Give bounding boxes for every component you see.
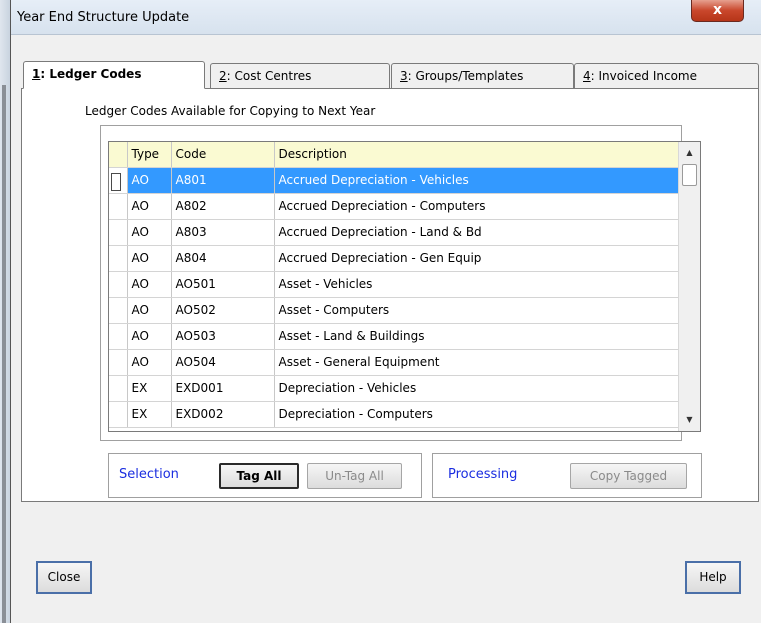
- dialog-window: Year End Structure Update x 1: Ledger Co…: [10, 0, 761, 623]
- cell-code: EXD001: [171, 375, 275, 402]
- cell-code: A802: [171, 193, 275, 220]
- cell-code: AO503: [171, 323, 275, 350]
- tab-label: : Cost Centres: [226, 69, 312, 83]
- row-indicator[interactable]: [109, 401, 128, 428]
- panel-heading: Ledger Codes Available for Copying to Ne…: [85, 104, 376, 118]
- row-indicator[interactable]: [109, 193, 128, 220]
- scroll-up-icon[interactable]: ▲: [679, 144, 700, 162]
- selection-label: Selection: [119, 467, 179, 482]
- cell-description: Depreciation - Computers: [274, 401, 679, 428]
- cell-type: AO: [127, 245, 172, 272]
- tab-cost-centres[interactable]: 2: Cost Centres: [210, 63, 390, 88]
- cell-type: AO: [127, 349, 172, 376]
- cell-description: Asset - Land & Buildings: [274, 323, 679, 350]
- cell-code: AO501: [171, 271, 275, 298]
- cell-description: Accrued Depreciation - Vehicles: [274, 167, 679, 194]
- tab-key: 3: [400, 69, 408, 83]
- column-header-code[interactable]: Code: [171, 142, 275, 168]
- tab-groups-templates[interactable]: 3: Groups/Templates: [391, 63, 574, 88]
- cell-type: AO: [127, 323, 172, 350]
- column-header-description[interactable]: Description: [274, 142, 679, 168]
- cell-code: EXD002: [171, 401, 275, 428]
- row-indicator[interactable]: [109, 323, 128, 350]
- cell-description: Accrued Depreciation - Gen Equip: [274, 245, 679, 272]
- scroll-thumb[interactable]: [682, 164, 697, 186]
- window-title: Year End Structure Update: [17, 10, 190, 25]
- cell-code: A803: [171, 219, 275, 246]
- row-indicator[interactable]: [109, 349, 128, 376]
- tab-ledger-codes[interactable]: 1: Ledger Codes: [23, 61, 205, 89]
- table-row[interactable]: AO AO504 Asset - General Equipment: [109, 349, 679, 376]
- cell-type: AO: [127, 271, 172, 298]
- row-indicator[interactable]: [109, 245, 128, 272]
- ledger-codes-grid[interactable]: Type Code Description AO A801 Accrued De…: [108, 141, 701, 432]
- tag-all-button[interactable]: Tag All: [219, 463, 299, 489]
- table-row[interactable]: AO A801 Accrued Depreciation - Vehicles: [109, 167, 679, 194]
- cell-code: A801: [171, 167, 275, 194]
- column-header-type[interactable]: Type: [127, 142, 172, 168]
- cell-description: Accrued Depreciation - Computers: [274, 193, 679, 220]
- row-indicator[interactable]: [109, 167, 128, 194]
- table-row[interactable]: AO A804 Accrued Depreciation - Gen Equip: [109, 245, 679, 272]
- tab-label: : Invoiced Income: [590, 69, 697, 83]
- desktop-background: [0, 0, 10, 623]
- close-icon: x: [712, 2, 723, 18]
- window-close-button[interactable]: x: [691, 0, 744, 22]
- cell-description: Accrued Depreciation - Land & Bd: [274, 219, 679, 246]
- cell-type: EX: [127, 401, 172, 428]
- row-indicator[interactable]: [109, 271, 128, 298]
- cell-type: AO: [127, 219, 172, 246]
- cell-code: AO504: [171, 349, 275, 376]
- processing-label: Processing: [448, 467, 518, 482]
- table-row[interactable]: AO AO503 Asset - Land & Buildings: [109, 323, 679, 350]
- table-row[interactable]: EX EXD001 Depreciation - Vehicles: [109, 375, 679, 402]
- cell-type: EX: [127, 375, 172, 402]
- row-indicator[interactable]: [109, 375, 128, 402]
- copy-tagged-button[interactable]: Copy Tagged: [570, 463, 687, 489]
- table-row[interactable]: AO AO501 Asset - Vehicles: [109, 271, 679, 298]
- grid-corner: [109, 142, 128, 168]
- grid-header-row: Type Code Description: [109, 142, 679, 168]
- tab-label: : Groups/Templates: [407, 69, 524, 83]
- scroll-down-icon[interactable]: ▼: [679, 411, 700, 429]
- selection-group: Selection Tag All Un-Tag All: [108, 453, 422, 498]
- tab-label: : Ledger Codes: [40, 67, 142, 81]
- cell-description: Depreciation - Vehicles: [274, 375, 679, 402]
- cell-code: AO502: [171, 297, 275, 324]
- row-pointer-icon: [111, 173, 121, 191]
- table-row[interactable]: AO A802 Accrued Depreciation - Computers: [109, 193, 679, 220]
- tab-panel: Ledger Codes Available for Copying to Ne…: [21, 88, 759, 502]
- cell-type: AO: [127, 193, 172, 220]
- tab-key: 2: [219, 69, 227, 83]
- row-indicator[interactable]: [109, 297, 128, 324]
- cell-code: A804: [171, 245, 275, 272]
- tab-key: 4: [583, 69, 591, 83]
- vertical-scrollbar[interactable]: ▲ ▼: [678, 142, 700, 431]
- cell-description: Asset - Computers: [274, 297, 679, 324]
- untag-all-button[interactable]: Un-Tag All: [307, 463, 402, 489]
- cell-description: Asset - General Equipment: [274, 349, 679, 376]
- cell-type: AO: [127, 167, 172, 194]
- table-row[interactable]: EX EXD002 Depreciation - Computers: [109, 401, 679, 428]
- cell-description: Asset - Vehicles: [274, 271, 679, 298]
- close-button[interactable]: Close: [36, 561, 92, 594]
- cell-type: AO: [127, 297, 172, 324]
- tab-invoiced-income[interactable]: 4: Invoiced Income: [574, 63, 759, 88]
- table-row[interactable]: AO AO502 Asset - Computers: [109, 297, 679, 324]
- help-button[interactable]: Help: [685, 561, 741, 594]
- background-strip: [2, 85, 6, 623]
- table-row[interactable]: AO A803 Accrued Depreciation - Land & Bd: [109, 219, 679, 246]
- processing-group: Processing Copy Tagged: [432, 453, 702, 498]
- row-indicator[interactable]: [109, 219, 128, 246]
- title-bar: Year End Structure Update x: [11, 0, 761, 35]
